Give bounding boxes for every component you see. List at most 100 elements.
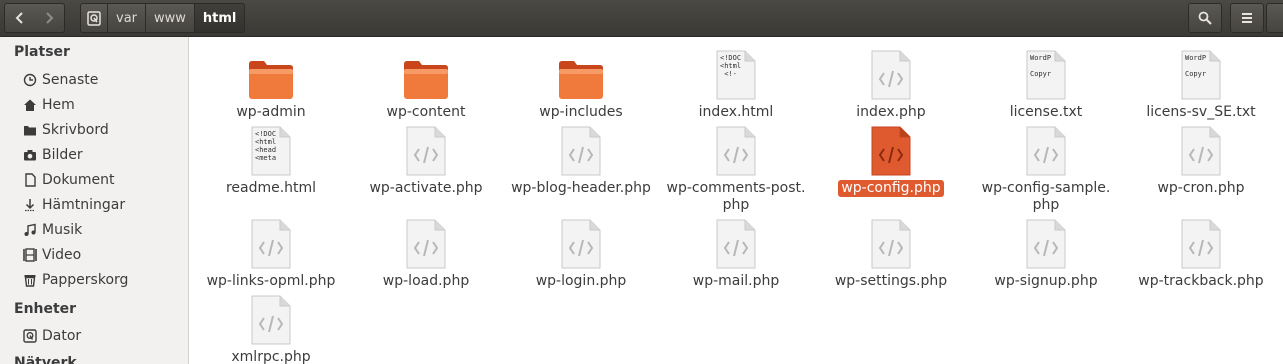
sidebar-item-computer[interactable]: Dator [23,325,81,347]
sidebar-item-label: Skrivbord [42,122,109,138]
file-item[interactable]: wp-config.php [816,124,966,197]
sidebar-item-video[interactable]: Video [23,244,81,266]
code-file-icon [871,126,911,176]
sidebar-item-music[interactable]: Musik [23,219,82,241]
home-icon [24,99,36,111]
breadcrumb-html[interactable]: html [193,3,246,33]
file-icon-container [1020,124,1072,176]
drive-icon [23,329,37,343]
file-item[interactable]: wp-trackback.php [1126,217,1276,290]
sidebar-item-recent[interactable]: Senaste [23,69,98,91]
sidebar-heading-devices: Enheter [14,301,77,317]
file-name-label: index.php [856,104,926,120]
menu-button[interactable] [1230,3,1264,33]
file-icon-container [400,48,452,100]
file-icon-container [710,124,762,176]
file-item[interactable]: wp-config-sample. php [971,124,1121,214]
sidebar-item-label: Bilder [42,147,83,163]
file-name-label: wp-settings.php [834,273,948,289]
code-file-icon [871,50,911,100]
file-item[interactable]: wp-links-opml.php [196,217,346,290]
chevron-right-icon [46,12,54,24]
file-item[interactable]: wp-load.php [351,217,501,290]
code-file-icon [1181,126,1221,176]
file-icon-container [245,48,297,100]
file-icon-container [1175,217,1227,269]
file-item[interactable]: xmlrpc.php [196,293,346,364]
file-item[interactable]: wp-activate.php [351,124,501,197]
file-name-label: wp-config-sample. php [981,180,1111,213]
sidebar-item-downloads[interactable]: Hämtningar [23,194,125,216]
sidebar-item-label: Senaste [42,72,99,88]
file-item[interactable]: <!DOC <html <head <meta readme.html [196,124,346,197]
code-file-icon [871,219,911,269]
file-name-label: readme.html [225,180,317,196]
file-item[interactable]: wp-comments-post. php [661,124,811,214]
header-bar: var www html [0,0,1283,37]
file-icon-container [245,293,297,345]
sidebar-item-label: Musik [42,222,83,238]
drive-icon [87,10,101,26]
file-name-label: xmlrpc.php [231,349,311,364]
file-preview-text: <!DOC <html <!- [720,54,742,78]
file-item[interactable]: wp-content [351,48,501,121]
sidebar-item-label: Dator [42,328,82,344]
view-options-button[interactable] [1266,3,1283,33]
file-name-label: licens-sv_SE.txt [1146,104,1256,120]
sidebar-item-label: Hämtningar [42,197,126,213]
sidebar-heading-places: Platser [14,44,70,60]
sidebar-item-label: Hem [42,97,75,113]
menu-icon [1242,13,1252,23]
file-icon-container [1175,124,1227,176]
file-item[interactable]: <!DOC <html <!- index.html [661,48,811,121]
sidebar-item-label: Video [42,247,82,263]
file-icon-container [555,48,607,100]
file-icon-container [865,217,917,269]
file-icon-container [1020,217,1072,269]
film-icon [23,248,37,262]
file-name-label: wp-signup.php [994,273,1098,289]
file-item[interactable]: wp-login.php [506,217,656,290]
code-file-icon [1026,219,1066,269]
camera-icon [24,150,36,161]
code-file-icon [1026,126,1066,176]
sidebar-item-trash[interactable]: Papperskorg [23,269,128,291]
file-item[interactable]: wp-mail.php [661,217,811,290]
code-file-icon [251,295,291,345]
search-button[interactable] [1188,3,1222,33]
sidebar-item-home[interactable]: Hem [23,94,75,116]
file-name-label: wp-cron.php [1157,180,1245,196]
breadcrumb-var[interactable]: var [107,3,147,33]
file-icon-container [710,217,762,269]
file-icon-container [400,217,452,269]
forward-button[interactable] [34,3,65,33]
file-icon-container [400,124,452,176]
document-icon [25,173,36,187]
trash-icon [24,275,36,287]
file-name-label: wp-load.php [382,273,470,289]
code-file-icon [561,126,601,176]
file-item[interactable]: wp-settings.php [816,217,966,290]
file-item[interactable]: wp-blog-header.php [506,124,656,197]
file-item[interactable]: WordP Copyr licens-sv_SE.txt [1126,48,1276,121]
code-file-icon [716,219,756,269]
sidebar-item-desktop[interactable]: Skrivbord [23,119,109,141]
chevron-left-icon [15,12,23,24]
file-item[interactable]: wp-cron.php [1126,124,1276,197]
file-name-label: wp-comments-post. php [666,180,806,213]
folder-icon [249,61,293,99]
breadcrumb-root-button[interactable] [80,3,108,33]
breadcrumb-www[interactable]: www [145,3,195,33]
file-item[interactable]: index.php [816,48,966,121]
file-item[interactable]: WordP Copyr license.txt [971,48,1121,121]
file-item[interactable]: wp-signup.php [971,217,1121,290]
file-item[interactable]: wp-admin [196,48,346,121]
sidebar-item-documents[interactable]: Dokument [23,169,115,191]
code-file-icon [1181,219,1221,269]
file-item[interactable]: wp-includes [506,48,656,121]
sidebar-item-label: Papperskorg [42,272,129,288]
back-button[interactable] [4,3,36,33]
sidebar-item-pictures[interactable]: Bilder [23,144,83,166]
file-grid: wp-admin wp-content wp-includes <!DOC <h… [189,37,1283,364]
search-icon [1198,11,1212,25]
